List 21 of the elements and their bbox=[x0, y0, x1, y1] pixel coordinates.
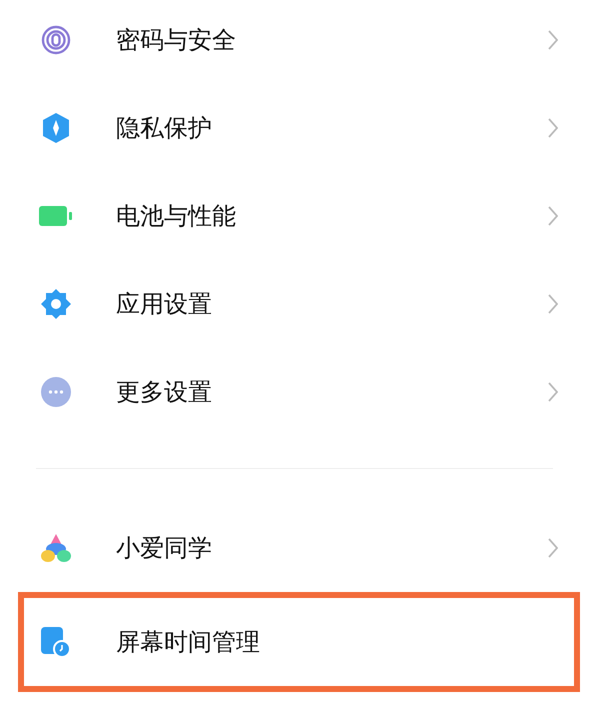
row-label: 应用设置 bbox=[116, 289, 213, 320]
row-label: 屏幕时间管理 bbox=[116, 627, 261, 658]
row-label: 更多设置 bbox=[116, 377, 213, 408]
settings-icon bbox=[40, 288, 72, 320]
assistant-icon bbox=[40, 533, 72, 563]
settings-row[interactable]: 更多设置 bbox=[0, 348, 589, 436]
fingerprint-icon bbox=[41, 25, 71, 55]
row-label: 小爱同学 bbox=[116, 533, 213, 564]
shield-icon bbox=[41, 112, 71, 144]
row-label: 密码与安全 bbox=[116, 25, 237, 56]
settings-row[interactable]: 隐私保护 bbox=[0, 84, 589, 172]
phone-clock-icon bbox=[40, 626, 72, 658]
settings-row[interactable]: 小爱同学 bbox=[0, 504, 589, 592]
settings-row[interactable]: 电池与性能 bbox=[0, 172, 589, 260]
battery-icon bbox=[39, 205, 73, 227]
settings-row[interactable]: 屏幕时间管理 bbox=[24, 598, 574, 686]
settings-row[interactable]: 密码与安全 bbox=[0, 0, 589, 84]
row-label: 隐私保护 bbox=[116, 113, 213, 144]
settings-row[interactable]: 应用设置 bbox=[0, 260, 589, 348]
more-icon bbox=[41, 377, 71, 407]
row-label: 电池与性能 bbox=[116, 201, 237, 232]
